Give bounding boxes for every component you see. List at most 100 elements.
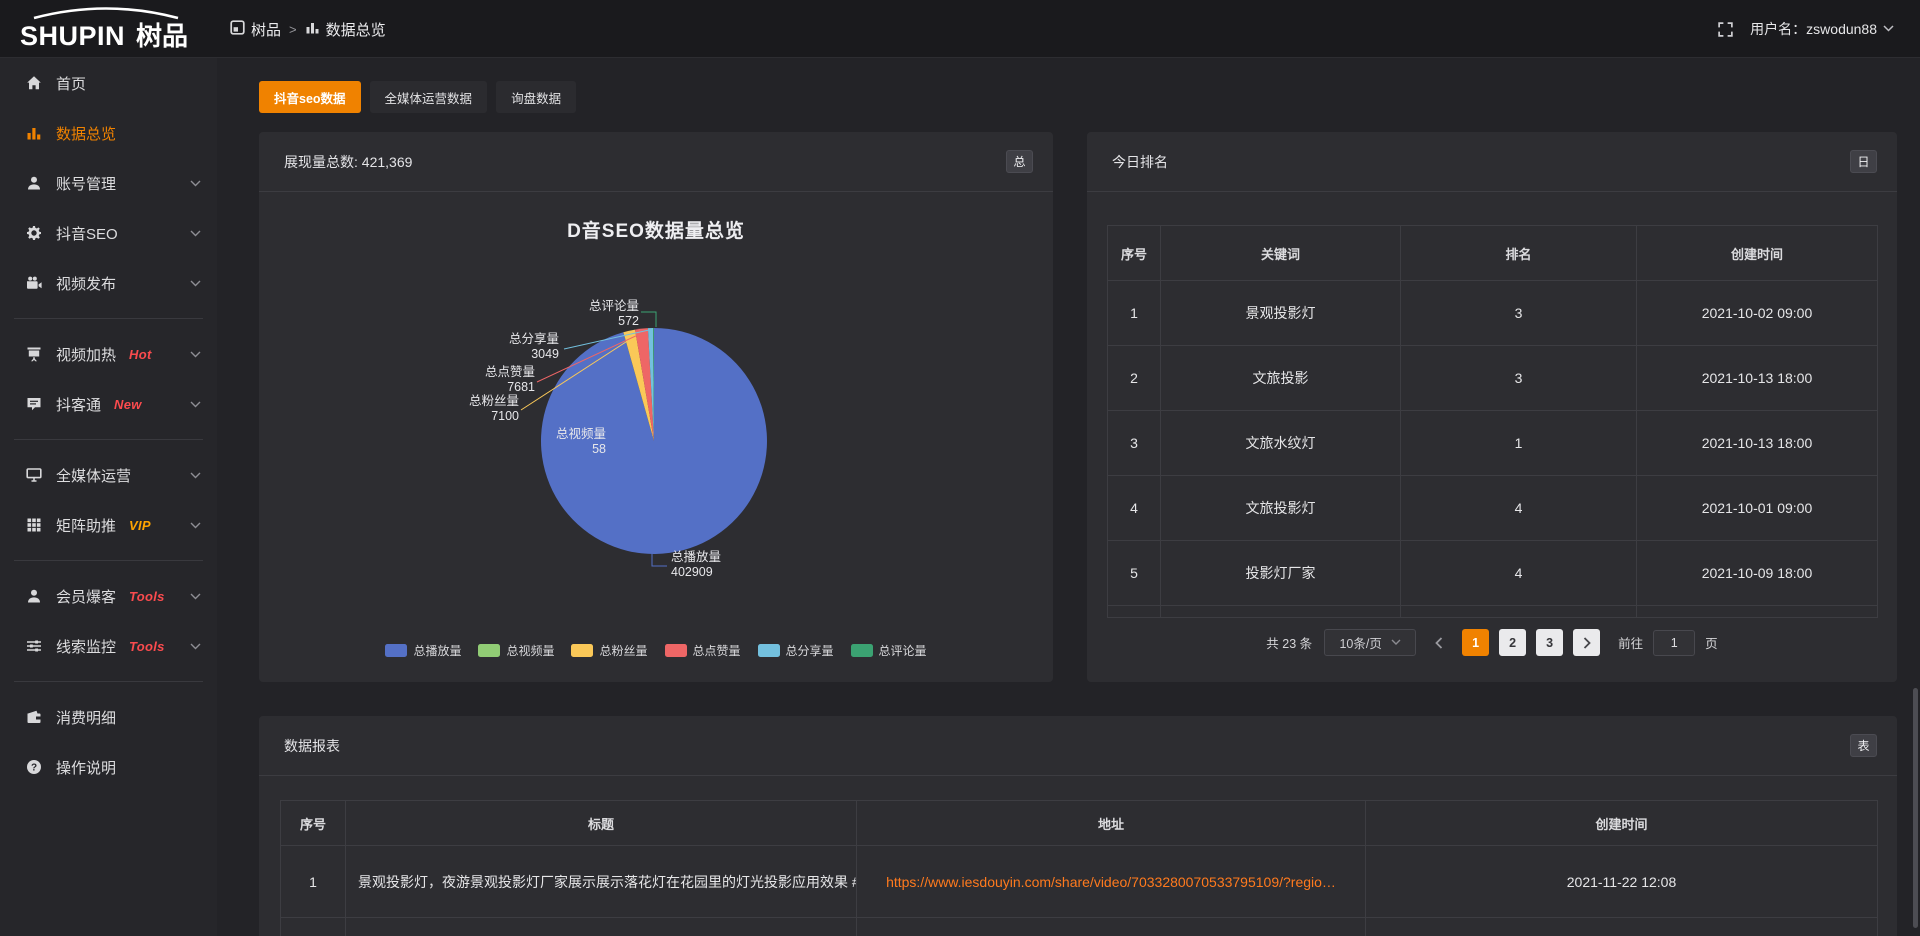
- cell-keyword: 景观投影灯: [1161, 281, 1401, 346]
- table-row[interactable]: 4 文旅投影灯 4 2021-10-01 09:00: [1108, 476, 1878, 541]
- sidebar-item-video-heat[interactable]: 视频加热 Hot: [0, 329, 217, 379]
- cell-created: 2021-10-02 09:00: [1637, 281, 1878, 346]
- breadcrumb-home[interactable]: 树品: [230, 19, 281, 40]
- cell-created: 2021-10-09 18:00: [1637, 541, 1878, 606]
- video-camera-icon: [25, 275, 42, 292]
- logo-text-cn: 树品: [136, 21, 188, 51]
- chevron-down-icon: [1883, 23, 1894, 35]
- sidebar-item-label: 首页: [56, 73, 86, 94]
- ranking-title: 今日排名: [1112, 152, 1168, 172]
- column-header: 关键词: [1161, 226, 1401, 281]
- column-header: 标题: [346, 801, 857, 846]
- legend-label: 总点赞量: [693, 642, 741, 659]
- sidebar-item-instructions[interactable]: ? 操作说明: [0, 742, 217, 792]
- next-page-button[interactable]: [1573, 629, 1600, 656]
- scrollbar-thumb[interactable]: [1913, 688, 1918, 928]
- column-header: 创建时间: [1366, 801, 1878, 846]
- table-row[interactable]: 1 景观投影灯 3 2021-10-02 09:00: [1108, 281, 1878, 346]
- sidebar-item-video-publish[interactable]: 视频发布: [0, 258, 217, 308]
- sidebar-item-lead-monitor[interactable]: 线索监控 Tools: [0, 621, 217, 671]
- home-icon: [25, 75, 42, 92]
- chart-bar-icon: [305, 20, 320, 39]
- sidebar-item-label: 账号管理: [56, 173, 116, 194]
- sidebar-item-label: 操作说明: [56, 757, 116, 778]
- pie-chart-legend: 总播放量总视频量总粉丝量 总点赞量 总分享量 总评论量: [259, 642, 1053, 659]
- legend-label: 总分享量: [786, 642, 834, 659]
- prev-page-button[interactable]: [1426, 629, 1452, 656]
- sidebar-item-douyin-seo[interactable]: 抖音SEO: [0, 208, 217, 258]
- cell-index: 5: [1108, 541, 1161, 606]
- sidebar-divider: [14, 681, 203, 682]
- pie-label-总分享量: 总分享量3049: [509, 331, 559, 361]
- shupin-logo[interactable]: SHUPIN 树品: [18, 5, 218, 53]
- breadcrumb-label: 树品: [251, 19, 281, 40]
- user-icon: [25, 175, 42, 192]
- chevron-down-icon: [190, 230, 201, 237]
- sidebar-item-data-overview[interactable]: 数据总览: [0, 108, 217, 158]
- sidebar-item-label: 抖客通: [56, 394, 101, 415]
- page-size-select[interactable]: 10条/页: [1324, 629, 1416, 656]
- breadcrumb-current[interactable]: 数据总览: [305, 19, 386, 40]
- fullscreen-icon[interactable]: [1717, 21, 1734, 38]
- report-title: 数据报表: [284, 736, 340, 756]
- legend-label: 总评论量: [879, 642, 927, 659]
- report-card-header: 数据报表 表: [259, 716, 1897, 776]
- page-button-1[interactable]: 1: [1462, 629, 1489, 656]
- video-link[interactable]: https://www.iesdouyin.com/share/video/70…: [886, 874, 1336, 890]
- cell-created: 2021-11-22 12:08: [1366, 846, 1878, 918]
- legend-item-总粉丝量[interactable]: 总粉丝量: [571, 642, 647, 659]
- sidebar-item-account[interactable]: 账号管理: [0, 158, 217, 208]
- sidebar-item-douketong[interactable]: 抖客通 New: [0, 379, 217, 429]
- logo-text-en: SHUPIN: [20, 21, 125, 51]
- day-toggle-button[interactable]: 日: [1850, 150, 1877, 173]
- sidebar-item-spending-detail[interactable]: 消费明细: [0, 692, 217, 742]
- table-row[interactable]: 2 文旅投影 3 2021-10-13 18:00: [1108, 346, 1878, 411]
- cell-rank: 4: [1401, 476, 1637, 541]
- legend-item-总视频量[interactable]: 总视频量: [478, 642, 554, 659]
- cell-index: 1: [1108, 281, 1161, 346]
- goto-page-input[interactable]: [1653, 630, 1695, 656]
- pie-label-总粉丝量: 总粉丝量7100: [469, 393, 519, 423]
- comment-icon: [25, 396, 42, 413]
- table-row[interactable]: 1 景观投影灯，夜游景观投影灯厂家展示展示落花灯在花园里的灯光投影应用效果 # …: [281, 846, 1878, 918]
- screen-icon: [25, 346, 42, 363]
- table-row[interactable]: 3 文旅水纹灯 1 2021-10-13 18:00: [1108, 411, 1878, 476]
- page-button-3[interactable]: 3: [1536, 629, 1563, 656]
- sidebar-item-label: 矩阵助推: [56, 515, 116, 536]
- table-row[interactable]: 5 投影灯厂家 4 2021-10-09 18:00: [1108, 541, 1878, 606]
- chevron-down-icon: [190, 180, 201, 187]
- username-label: 用户名：zswodun88: [1750, 19, 1877, 39]
- table-toggle-button[interactable]: 表: [1850, 734, 1877, 757]
- cell-rank: 3: [1401, 346, 1637, 411]
- top-bar: SHUPIN 树品 树品 > 数据总览 用户名：zswodun88: [0, 0, 1920, 58]
- tools-badge: Tools: [129, 639, 165, 654]
- sidebar-item-label: 视频发布: [56, 273, 116, 294]
- tab-douyin-seo-data[interactable]: 抖音seo数据: [259, 81, 361, 113]
- tab-inquiry-data[interactable]: 询盘数据: [496, 81, 576, 113]
- legend-item-总点赞量[interactable]: 总点赞量: [665, 642, 741, 659]
- legend-item-总评论量[interactable]: 总评论量: [851, 642, 927, 659]
- sidebar-item-label: 会员爆客: [56, 586, 116, 607]
- sidebar-divider: [14, 560, 203, 561]
- sidebar-item-label: 全媒体运营: [56, 465, 131, 486]
- column-header: 排名: [1401, 226, 1637, 281]
- pagination-total: 共 23 条: [1266, 633, 1312, 652]
- legend-item-总分享量[interactable]: 总分享量: [758, 642, 834, 659]
- legend-item-总播放量[interactable]: 总播放量: [385, 642, 461, 659]
- page-button-2[interactable]: 2: [1499, 629, 1526, 656]
- chevron-down-icon: [190, 280, 201, 287]
- sidebar-item-member-burst[interactable]: 会员爆客 Tools: [0, 571, 217, 621]
- tab-media-operation-data[interactable]: 全媒体运营数据: [370, 81, 488, 113]
- logo-arc: [34, 9, 178, 19]
- chevron-down-icon: [190, 643, 201, 650]
- sidebar-item-label: 数据总览: [56, 123, 116, 144]
- user-menu[interactable]: 用户名：zswodun88: [1750, 19, 1894, 39]
- cell-index: 4: [1108, 476, 1161, 541]
- sidebar-item-media-operation[interactable]: 全媒体运营: [0, 450, 217, 500]
- sidebar-item-home[interactable]: 首页: [0, 58, 217, 108]
- grid-icon: [25, 517, 42, 534]
- sidebar-item-matrix-boost[interactable]: 矩阵助推 VIP: [0, 500, 217, 550]
- cell-created: 2021-10-13 18:00: [1637, 346, 1878, 411]
- cell-keyword: 文旅投影灯: [1161, 476, 1401, 541]
- report-card: 数据报表 表 序号 标题 地址 创建时间 1 景观投影灯，夜游景观投影灯厂家展示…: [259, 716, 1897, 936]
